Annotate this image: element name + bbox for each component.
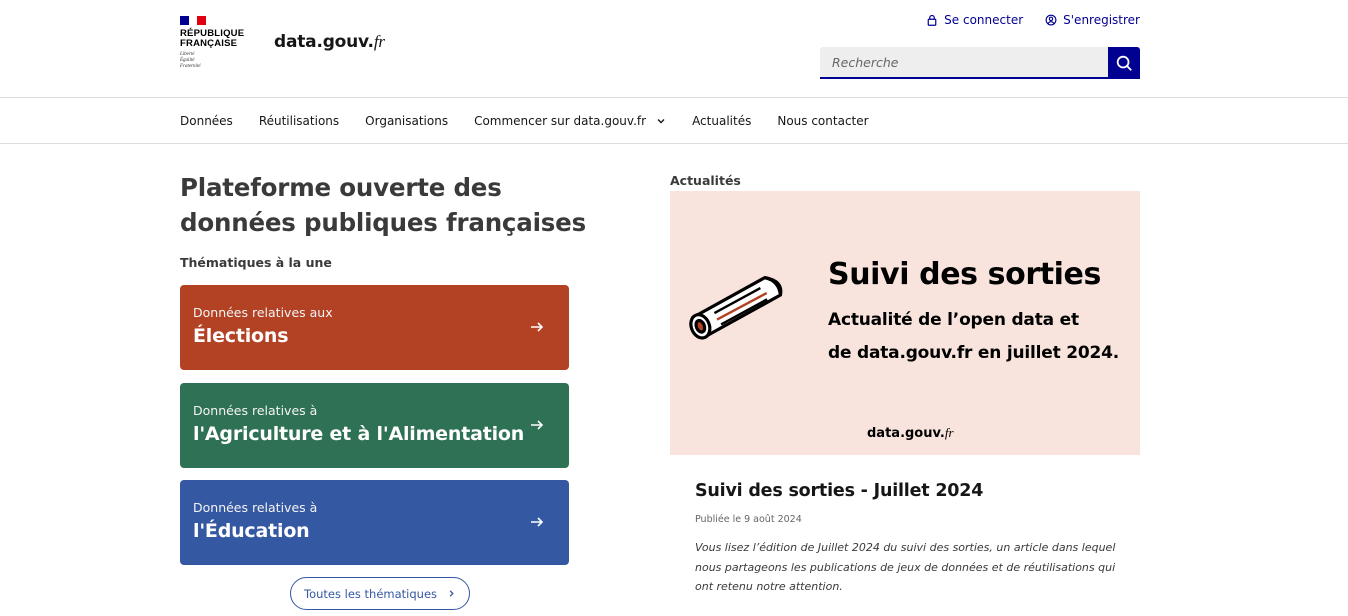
theme-card-prefix: Données relatives à bbox=[193, 500, 318, 515]
theme-card-elections[interactable]: Données relatives aux Élections bbox=[180, 285, 569, 370]
page-title: Plateforme ouverte des données publiques… bbox=[180, 173, 586, 237]
search-button[interactable] bbox=[1108, 47, 1140, 79]
lock-icon bbox=[927, 14, 937, 26]
devise-fraternite: Fraternité bbox=[180, 64, 201, 69]
chevron-right-icon bbox=[449, 590, 454, 597]
site-tld: fr bbox=[373, 32, 385, 51]
all-themes-label: Toutes les thématiques bbox=[304, 586, 438, 601]
theme-card-name: Élections bbox=[193, 325, 289, 347]
nav-item-actualites[interactable]: Actualités bbox=[692, 114, 751, 128]
theme-card-name: l'Agriculture et à l'Alimentation bbox=[193, 423, 525, 445]
nav-list: Données Réutilisations Organisations Com… bbox=[180, 98, 895, 144]
article-excerpt: Vous lisez l’édition de Juillet 2024 du … bbox=[695, 541, 1116, 593]
themes-heading: Thématiques à la une bbox=[180, 255, 332, 270]
banner-subtitle: Actualité de l’open data et de data.gouv… bbox=[828, 304, 1119, 370]
theme-card-prefix: Données relatives à bbox=[193, 403, 318, 418]
nav-item-label: Organisations bbox=[365, 114, 449, 128]
nav-item-organisations[interactable]: Organisations bbox=[365, 114, 448, 128]
register-label: S'enregistrer bbox=[1063, 13, 1140, 27]
news-banner-image[interactable]: Suivi des sorties Actualité de l’open da… bbox=[670, 191, 1140, 455]
login-link[interactable]: Se connecter bbox=[926, 12, 1023, 28]
nav-item-label: Actualités bbox=[692, 114, 752, 128]
article-date: Publiée le 9 août 2024 bbox=[695, 514, 802, 525]
site-header: République Française Liberté Égalité Fra… bbox=[0, 0, 1348, 98]
banner-title: Suivi des sorties bbox=[828, 257, 1101, 292]
devise: Liberté Égalité Fraternité bbox=[180, 52, 250, 70]
theme-card-name: l'Éducation bbox=[193, 520, 310, 542]
news-heading: Actualités bbox=[670, 173, 741, 188]
chevron-down-icon bbox=[657, 119, 665, 124]
banner-subtitle-line: de data.gouv.fr en juillet 2024. bbox=[828, 343, 1120, 363]
arrow-right-icon bbox=[531, 517, 544, 527]
main-navigation: Données Réutilisations Organisations Com… bbox=[0, 98, 1348, 144]
search-bar bbox=[820, 47, 1140, 79]
search-input[interactable] bbox=[820, 47, 1108, 79]
theme-card-agriculture[interactable]: Données relatives à l'Agriculture et à l… bbox=[180, 383, 569, 468]
nav-item-label: Commencer sur data.gouv.fr bbox=[474, 114, 647, 128]
site-name: data.gouv. bbox=[274, 32, 374, 52]
banner-subtitle-line: Actualité de l’open data et bbox=[828, 310, 1079, 330]
all-themes-button[interactable]: Toutes les thématiques bbox=[290, 577, 471, 610]
nav-item-label: Nous contacter bbox=[777, 114, 869, 128]
republique-francaise-text: République Française bbox=[180, 29, 250, 49]
article-title-link[interactable]: Suivi des sorties - Juillet 2024 bbox=[695, 481, 983, 501]
nav-item-reutilisations[interactable]: Réutilisations bbox=[259, 114, 339, 128]
user-circle-icon bbox=[1045, 14, 1057, 26]
nav-item-contact[interactable]: Nous contacter bbox=[777, 114, 868, 128]
nav-item-label: Réutilisations bbox=[258, 114, 340, 128]
nav-item-donnees[interactable]: Données bbox=[180, 114, 233, 128]
nav-item-commencer[interactable]: Commencer sur data.gouv.fr bbox=[474, 114, 666, 128]
arrow-right-icon bbox=[531, 322, 544, 332]
nav-item-label: Données bbox=[180, 114, 233, 128]
newspaper-icon bbox=[689, 276, 783, 340]
theme-card-prefix: Données relatives aux bbox=[193, 305, 333, 320]
search-icon bbox=[1116, 55, 1132, 71]
arrow-right-icon bbox=[531, 420, 544, 430]
francaise-line: Française bbox=[180, 38, 238, 49]
banner-logo-tld: fr bbox=[944, 425, 954, 440]
login-label: Se connecter bbox=[944, 13, 1024, 27]
site-logo[interactable]: data.gouv.fr bbox=[274, 32, 385, 52]
republique-francaise-logo[interactable]: République Française Liberté Égalité Fra… bbox=[180, 16, 250, 70]
theme-card-education[interactable]: Données relatives à l'Éducation bbox=[180, 480, 569, 565]
banner-logo: data.gouv.fr bbox=[867, 425, 954, 441]
french-flag-icon bbox=[180, 16, 207, 25]
banner-logo-name: data.gouv. bbox=[867, 426, 945, 441]
header-quick-links: Se connecter S'enregistrer bbox=[926, 12, 1140, 28]
register-link[interactable]: S'enregistrer bbox=[1045, 12, 1140, 28]
